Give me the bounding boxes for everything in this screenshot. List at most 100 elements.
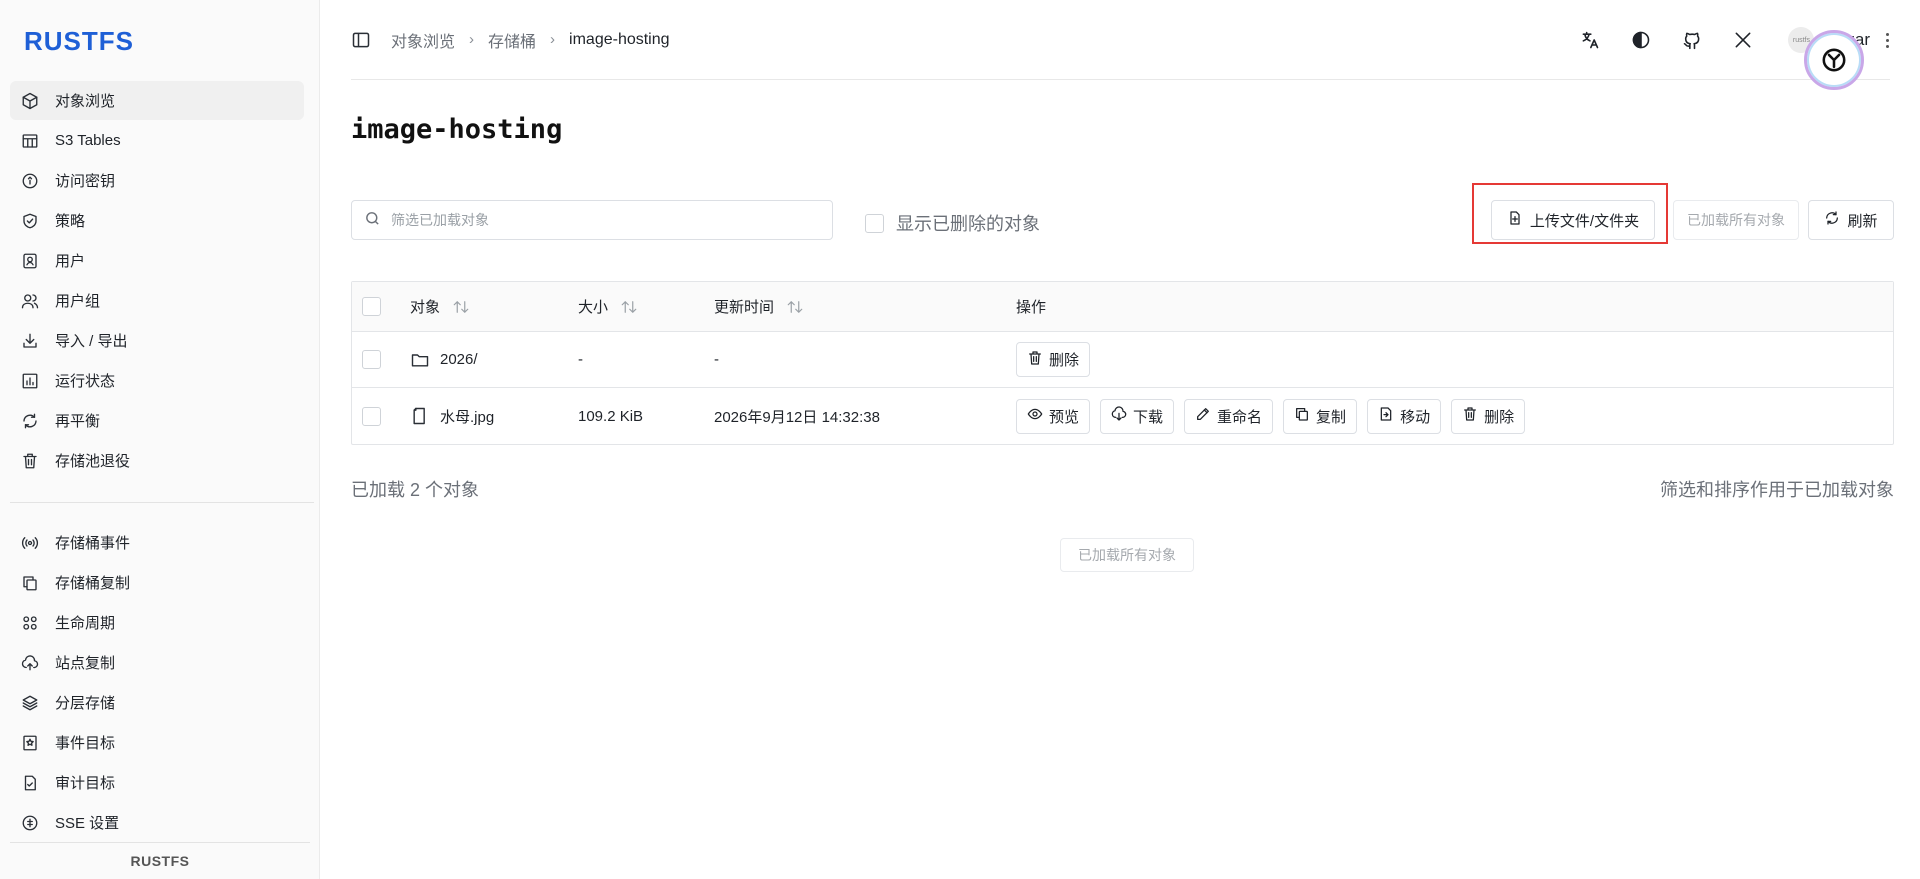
sidebar-item-status[interactable]: 运行状态 — [10, 361, 304, 400]
sidebar-item-label: 策略 — [55, 213, 86, 230]
preview-button[interactable]: 预览 — [1016, 398, 1091, 434]
x-twitter-icon[interactable] — [1732, 29, 1754, 51]
rename-button[interactable]: 重命名 — [1184, 398, 1274, 434]
objects-table: 对象 大小 更新时间 操作 2026/ - - 删除 水母.jpg 109.2 … — [351, 281, 1894, 445]
cloud-upload-icon — [21, 654, 39, 672]
show-deleted-toggle[interactable]: 显示已删除的对象 — [853, 210, 1040, 236]
sidebar-item-label: 导入 / 导出 — [55, 333, 128, 350]
chevron-right-icon: › — [469, 31, 475, 48]
translate-icon[interactable] — [1579, 29, 1601, 51]
sidebar-item-rebalance[interactable]: 再平衡 — [10, 401, 304, 440]
main-content: 对象浏览 › 存储桶 › image-hosting rustfs mizar … — [321, 0, 1920, 879]
sidebar-toggle-icon[interactable] — [351, 30, 371, 50]
sidebar-item-policies[interactable]: 策略 — [10, 201, 304, 240]
breadcrumb-item[interactable]: 对象浏览 — [391, 28, 455, 52]
column-header-label: 对象 — [410, 299, 441, 316]
sidebar-item-label: 审计目标 — [55, 775, 116, 792]
sidebar-item-bucket-replication[interactable]: 存储桶复制 — [10, 563, 304, 602]
object-name-link[interactable]: 水母.jpg — [410, 406, 578, 427]
upload-button[interactable]: 上传文件/文件夹 — [1491, 200, 1655, 240]
sidebar-item-label: 运行状态 — [55, 373, 116, 390]
sidebar-item-access-keys[interactable]: 访问密钥 — [10, 161, 304, 200]
sidebar-divider — [10, 502, 314, 503]
sidebar-item-label: 分层存储 — [55, 695, 116, 712]
table-row: 2026/ - - 删除 — [352, 332, 1893, 388]
user-badge-icon — [21, 252, 39, 270]
delete-button[interactable]: 删除 — [1451, 398, 1526, 434]
refresh-button-label: 刷新 — [1847, 212, 1878, 230]
sidebar-item-label: 存储桶事件 — [55, 535, 131, 552]
eye-icon — [1027, 406, 1049, 426]
breadcrumb-item[interactable]: 存储桶 — [488, 28, 536, 52]
sidebar-item-sse-settings[interactable]: SSE 设置 — [10, 803, 304, 842]
sidebar-item-label: 事件目标 — [55, 735, 116, 752]
sort-icon — [452, 299, 470, 315]
refresh-button[interactable]: 刷新 — [1808, 200, 1894, 240]
sidebar-item-object-browser[interactable]: 对象浏览 — [10, 81, 304, 120]
search-input[interactable] — [391, 212, 811, 228]
trash-icon — [21, 452, 39, 470]
sidebar-item-label: 再平衡 — [55, 413, 101, 430]
op-label: 预览 — [1049, 408, 1080, 426]
move-button[interactable]: 移动 — [1367, 398, 1442, 434]
show-deleted-checkbox[interactable] — [865, 213, 884, 233]
theme-toggle-icon[interactable] — [1630, 29, 1652, 51]
bookmark-star-icon — [21, 734, 39, 752]
column-header-size[interactable]: 大小 — [578, 296, 714, 317]
sidebar-nav-primary: 对象浏览 S3 Tables 访问密钥 策略 用户 用户组 导入 / 导出 运行… — [10, 81, 304, 481]
sidebar-item-label: 对象浏览 — [55, 93, 116, 110]
more-vertical-icon[interactable] — [1884, 32, 1890, 48]
column-header-label: 操作 — [1016, 299, 1047, 316]
sidebar-item-decommission[interactable]: 存储池退役 — [10, 441, 304, 480]
sidebar-item-site-replication[interactable]: 站点复制 — [10, 643, 304, 682]
sidebar-item-s3-tables[interactable]: S3 Tables — [10, 121, 304, 160]
loaded-count: 已加载 2 个对象 — [351, 480, 480, 500]
object-updated: - — [714, 351, 719, 368]
sidebar-item-tiering[interactable]: 分层存储 — [10, 683, 304, 722]
github-icon[interactable] — [1681, 29, 1703, 51]
bar-chart-icon — [21, 372, 39, 390]
column-header-label: 更新时间 — [714, 299, 775, 316]
breadcrumb: 对象浏览 › 存储桶 › image-hosting — [391, 28, 670, 52]
floating-assistant-icon[interactable] — [1804, 30, 1864, 90]
object-updated: 2026年9月12日 14:32:38 — [714, 408, 880, 426]
sidebar-item-audit-targets[interactable]: 审计目标 — [10, 763, 304, 802]
sidebar-item-bucket-events[interactable]: 存储桶事件 — [10, 523, 304, 562]
app-logo[interactable]: RUSTFS — [24, 26, 134, 57]
sidebar-item-label: 站点复制 — [55, 655, 116, 672]
object-name-link[interactable]: 2026/ — [410, 350, 578, 370]
sidebar-item-label: SSE 设置 — [55, 815, 120, 832]
sort-icon — [786, 299, 804, 315]
object-name: 2026/ — [440, 351, 478, 368]
show-deleted-label: 显示已删除的对象 — [896, 214, 1040, 234]
key-circle-icon — [21, 172, 39, 190]
row-checkbox[interactable] — [362, 350, 381, 369]
row-checkbox[interactable] — [362, 406, 381, 426]
object-name: 水母.jpg — [440, 408, 495, 426]
table-header: 对象 大小 更新时间 操作 — [352, 282, 1893, 332]
op-label: 下载 — [1133, 408, 1164, 426]
sidebar: RUSTFS 对象浏览 S3 Tables 访问密钥 策略 用户 用户组 导入 — [0, 0, 320, 879]
sidebar-item-label: 存储桶复制 — [55, 575, 131, 592]
sidebar-item-event-targets[interactable]: 事件目标 — [10, 723, 304, 762]
column-header-updated[interactable]: 更新时间 — [714, 296, 1016, 317]
search-icon — [364, 210, 381, 231]
sidebar-item-groups[interactable]: 用户组 — [10, 281, 304, 320]
select-all-checkbox[interactable] — [362, 297, 381, 316]
file-move-icon — [1378, 406, 1400, 426]
delete-button[interactable]: 删除 — [1016, 342, 1091, 377]
load-all-button[interactable]: 已加载所有对象 — [1673, 200, 1799, 240]
column-header-label: 大小 — [578, 299, 609, 316]
load-all-button-bottom[interactable]: 已加载所有对象 — [1060, 538, 1194, 572]
shield-check-icon — [21, 212, 39, 230]
sidebar-item-users[interactable]: 用户 — [10, 241, 304, 280]
sidebar-item-lifecycle[interactable]: 生命周期 — [10, 603, 304, 642]
sidebar-item-label: 存储池退役 — [55, 453, 131, 470]
pencil-icon — [1195, 406, 1217, 426]
download-button[interactable]: 下载 — [1100, 398, 1175, 434]
sidebar-item-import-export[interactable]: 导入 / 导出 — [10, 321, 304, 360]
users-icon — [21, 292, 39, 310]
folder-icon — [410, 350, 430, 370]
column-header-name[interactable]: 对象 — [410, 296, 578, 317]
copy-button[interactable]: 复制 — [1283, 398, 1358, 434]
